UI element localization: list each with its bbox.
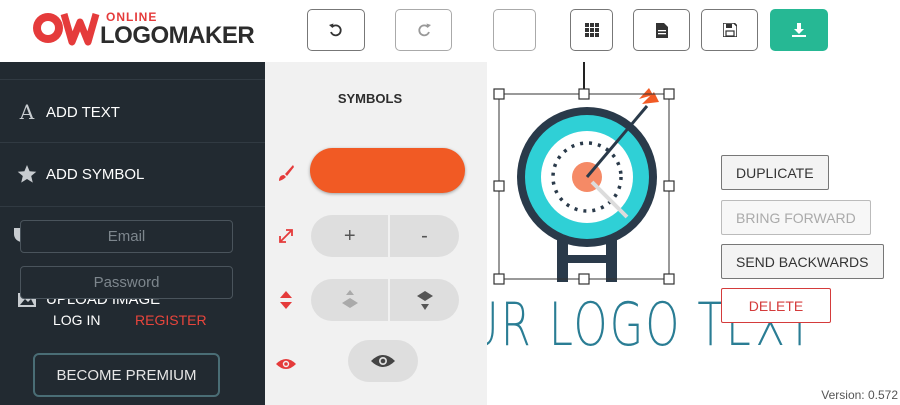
visibility-icon <box>275 353 297 375</box>
plus-label: + <box>343 224 356 247</box>
size-decrease-button[interactable]: - <box>390 215 459 257</box>
version-label: Version: 0.572 <box>821 388 898 402</box>
logo-maker-app: ONLINE LOGOMAKER A ADD TEXT ADD SYMBOL E… <box>0 0 900 405</box>
toggle-visibility-button[interactable] <box>348 340 418 382</box>
layer-up-icon <box>341 290 358 308</box>
minus-label: - <box>421 224 428 247</box>
delete-button[interactable]: DELETE <box>721 288 831 323</box>
sidebar: A ADD TEXT ADD SYMBOL UPLOAD IMAGE LOG I… <box>0 62 265 405</box>
save-button[interactable] <box>701 9 758 51</box>
password-field[interactable] <box>20 266 233 299</box>
symbol-color-button[interactable] <box>310 148 465 193</box>
sidebar-divider <box>0 206 265 207</box>
brand-logo[interactable]: ONLINE LOGOMAKER <box>30 8 260 49</box>
floppy-disk-icon <box>722 23 737 37</box>
design-canvas[interactable]: UR LOGO TEXT DUPLICATE BRING FORWARD SEN… <box>487 62 900 405</box>
download-button[interactable] <box>770 9 828 51</box>
download-icon <box>792 23 806 37</box>
symbol-tools-panel: SYMBOLS + - <box>265 62 487 405</box>
brand-mark-icon <box>33 13 100 46</box>
email-field[interactable] <box>20 220 233 253</box>
become-premium-button[interactable]: BECOME PREMIUM <box>33 353 220 397</box>
undo-button[interactable] <box>307 9 365 51</box>
send-backwards-button[interactable]: SEND BACKWARDS <box>721 244 884 279</box>
layer-order-icon <box>275 289 297 311</box>
layer-thumb-button[interactable] <box>493 9 536 51</box>
grid-button[interactable] <box>570 9 613 51</box>
panel-title: SYMBOLS <box>337 91 403 106</box>
layer-down-button[interactable] <box>390 279 459 321</box>
text-icon: A <box>19 100 35 124</box>
sidebar-divider <box>0 79 265 80</box>
redo-icon <box>417 23 431 37</box>
login-link[interactable]: LOG IN <box>53 312 100 328</box>
brand-name: LOGOMAKER <box>100 22 255 49</box>
register-link[interactable]: REGISTER <box>135 312 207 328</box>
undo-icon <box>329 23 342 37</box>
star-icon <box>16 164 38 184</box>
sidebar-item-label: ADD TEXT <box>46 103 120 121</box>
sidebar-item-add-symbol[interactable]: ADD SYMBOL <box>16 164 144 184</box>
resize-icon <box>275 225 297 247</box>
layer-up-button[interactable] <box>311 279 388 321</box>
sidebar-divider <box>0 142 265 143</box>
size-increase-button[interactable]: + <box>311 215 388 257</box>
redo-button[interactable] <box>395 9 452 51</box>
top-bar: ONLINE LOGOMAKER <box>0 0 900 62</box>
paint-brush-icon <box>275 162 297 184</box>
target-symbol[interactable] <box>487 62 687 292</box>
document-icon <box>655 22 668 38</box>
sidebar-item-label: ADD SYMBOL <box>46 165 145 183</box>
eye-icon <box>371 355 395 367</box>
grid-icon <box>584 23 599 37</box>
sidebar-item-add-text[interactable]: A ADD TEXT <box>16 100 120 124</box>
bring-forward-button[interactable]: BRING FORWARD <box>721 200 871 235</box>
layer-down-icon <box>416 291 433 310</box>
page-button[interactable] <box>633 9 690 51</box>
duplicate-button[interactable]: DUPLICATE <box>721 155 829 190</box>
